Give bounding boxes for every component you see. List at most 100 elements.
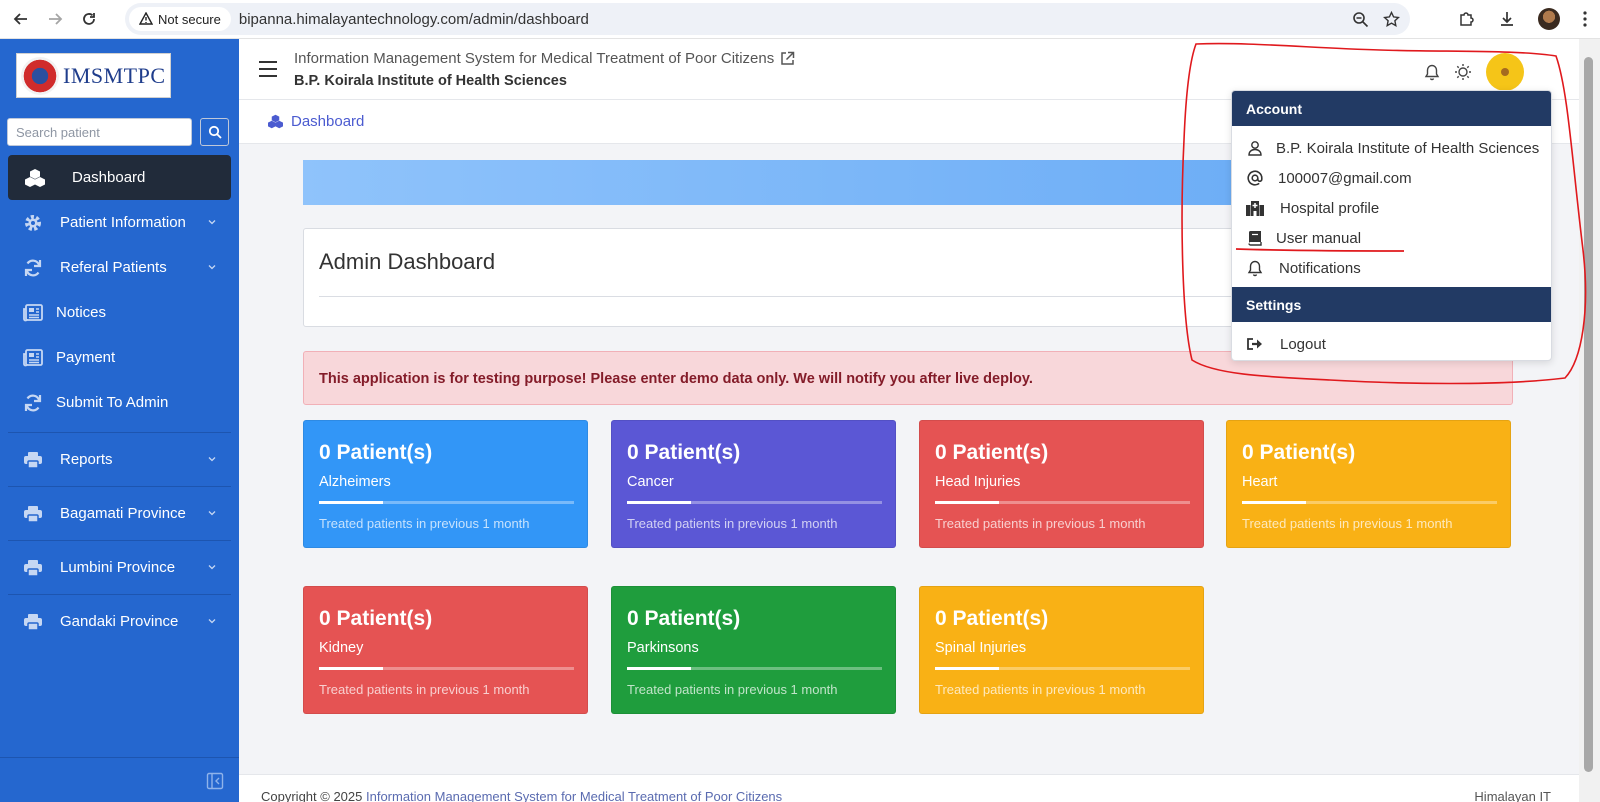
institute-name: B.P. Koirala Institute of Health Science… [294, 73, 567, 89]
chevron-down-icon [208, 265, 216, 270]
settings-header: Settings [1232, 287, 1551, 322]
bell-icon [1246, 259, 1264, 277]
search-button[interactable] [200, 118, 229, 146]
stat-card-alzheimers[interactable]: 0 Patient(s) Alzheimers Treated patients… [303, 420, 588, 548]
dropdown-item-label: 100007@gmail.com [1278, 169, 1412, 187]
menu-divider [8, 540, 231, 541]
disease-name: Alzheimers [319, 474, 391, 490]
collapse-sidebar-icon[interactable] [206, 772, 224, 790]
disease-name: Heart [1242, 474, 1278, 490]
dropdown-item-label: Logout [1280, 335, 1326, 353]
progress-bar [627, 667, 882, 670]
patient-count: 0 Patient(s) [319, 441, 433, 464]
progress-bar [627, 501, 882, 504]
sidebar-item-label: Gandaki Province [60, 613, 179, 630]
dropdown-item-label: User manual [1276, 229, 1362, 247]
card-description: Treated patients in previous 1 month [935, 682, 1146, 697]
sidebar-item-label: Reports [60, 451, 113, 468]
stat-card-head-injuries[interactable]: 0 Patient(s) Head Injuries Treated patie… [919, 420, 1204, 548]
dropdown-item-email[interactable]: 100007@gmail.com [1232, 163, 1551, 193]
at-icon [1246, 169, 1264, 187]
stat-card-kidney[interactable]: 0 Patient(s) Kidney Treated patients in … [303, 586, 588, 714]
more-vertical-icon[interactable] [1582, 10, 1588, 28]
sidebar-item-label: Lumbini Province [60, 559, 176, 576]
scrollbar-thumb[interactable] [1584, 57, 1593, 772]
reload-button[interactable] [72, 4, 106, 34]
dropdown-item-hospital-profile[interactable]: Hospital profile [1232, 193, 1551, 223]
print-icon [22, 449, 44, 471]
sidebar-item-lumbini-province[interactable]: Lumbini Province [8, 545, 231, 590]
newspaper-icon [22, 347, 44, 369]
profile-avatar[interactable] [1538, 8, 1560, 30]
dropdown-item-user-manual[interactable]: User manual [1232, 223, 1551, 253]
back-button[interactable] [4, 4, 38, 34]
brand-logo[interactable]: IMSMTPC [16, 53, 171, 98]
security-label: Not secure [158, 11, 221, 27]
nepal-emblem-icon [21, 56, 59, 95]
disease-name: Parkinsons [627, 640, 699, 656]
bell-icon[interactable] [1424, 64, 1440, 81]
address-bar[interactable]: Not secure bipanna.himalayantechnology.c… [125, 3, 1410, 35]
sidebar-item-payment[interactable]: Payment [8, 335, 231, 380]
progress-bar [935, 667, 1190, 670]
stat-card-heart[interactable]: 0 Patient(s) Heart Treated patients in p… [1226, 420, 1511, 548]
stat-card-cancer[interactable]: 0 Patient(s) Cancer Treated patients in … [611, 420, 896, 548]
stat-card-parkinsons[interactable]: 0 Patient(s) Parkinsons Treated patients… [611, 586, 896, 714]
forward-button[interactable] [38, 4, 72, 34]
patient-count: 0 Patient(s) [627, 441, 741, 464]
patient-count: 0 Patient(s) [935, 607, 1049, 630]
dropdown-item-notifications[interactable]: Notifications [1232, 253, 1551, 283]
page-footer: Copyright © 2025 Information Management … [239, 774, 1579, 802]
system-title[interactable]: Information Management System for Medica… [294, 50, 795, 67]
patient-count: 0 Patient(s) [1242, 441, 1356, 464]
progress-bar [319, 501, 574, 504]
zoom-icon[interactable] [1352, 11, 1369, 28]
sidebar-item-notices[interactable]: Notices [8, 290, 231, 335]
reload-icon [83, 13, 95, 25]
print-icon [22, 503, 44, 525]
security-indicator[interactable]: Not secure [129, 7, 231, 31]
progress-fill [319, 501, 383, 504]
sidebar-menu: Dashboard Patient Information Referal Pa… [0, 155, 239, 644]
sidebar-item-label: Referal Patients [60, 259, 167, 276]
gear-icon [22, 212, 44, 234]
newspaper-icon [22, 302, 44, 324]
chevron-down-icon [208, 565, 216, 570]
progress-fill [319, 667, 383, 670]
sidebar-item-reports[interactable]: Reports [8, 437, 231, 482]
progress-fill [1242, 501, 1306, 504]
menu-toggle-icon[interactable] [259, 61, 277, 77]
sidebar-item-dashboard[interactable]: Dashboard [8, 155, 231, 200]
dropdown-item-logout[interactable]: Logout [1232, 329, 1551, 359]
stat-card-spinal-injuries[interactable]: 0 Patient(s) Spinal Injuries Treated pat… [919, 586, 1204, 714]
copyright-link[interactable]: Information Management System for Medica… [366, 789, 782, 802]
download-icon[interactable] [1498, 10, 1516, 28]
print-icon [22, 611, 44, 633]
user-icon [1246, 139, 1264, 157]
sidebar-item-referal-patients[interactable]: Referal Patients [8, 245, 231, 290]
card-description: Treated patients in previous 1 month [935, 516, 1146, 531]
sidebar-item-bagamati-province[interactable]: Bagamati Province [8, 491, 231, 536]
sync-icon [22, 257, 44, 279]
sidebar-item-submit-to-admin[interactable]: Submit To Admin [8, 380, 231, 425]
search-icon [208, 125, 222, 139]
sun-icon[interactable] [1454, 63, 1472, 81]
bookmark-star-icon[interactable] [1383, 10, 1400, 28]
sidebar-item-gandaki-province[interactable]: Gandaki Province [8, 599, 231, 644]
extensions-icon[interactable] [1458, 10, 1476, 28]
sidebar: IMSMTPC Dashboard Patient Information Re… [0, 39, 239, 802]
patient-count: 0 Patient(s) [935, 441, 1049, 464]
warning-icon [139, 12, 153, 25]
user-menu-avatar[interactable] [1486, 53, 1524, 91]
sidebar-item-patient-information[interactable]: Patient Information [8, 200, 231, 245]
dropdown-item-institute[interactable]: B.P. Koirala Institute of Health Science… [1232, 133, 1551, 163]
search-patient-input[interactable] [7, 118, 192, 146]
menu-divider [8, 486, 231, 487]
breadcrumb-dashboard[interactable]: Dashboard [267, 113, 364, 130]
card-description: Treated patients in previous 1 month [1242, 516, 1453, 531]
page-scrollbar[interactable] [1579, 39, 1600, 802]
sidebar-item-label: Payment [56, 349, 116, 366]
menu-divider [8, 594, 231, 595]
dropdown-item-label: B.P. Koirala Institute of Health Science… [1276, 139, 1540, 157]
chevron-down-icon [208, 619, 216, 624]
